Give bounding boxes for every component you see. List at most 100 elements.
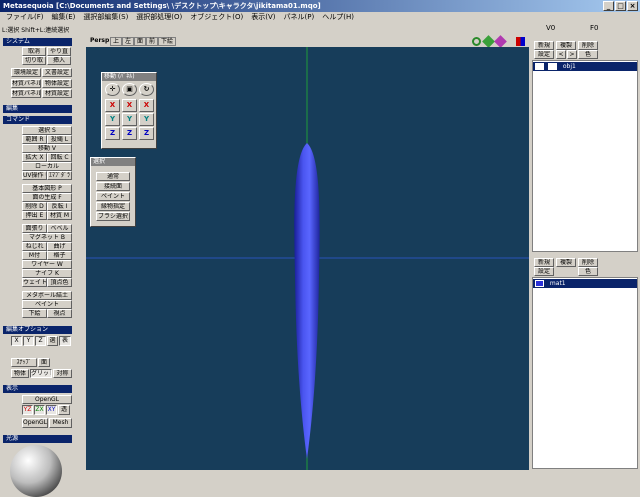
face-gen-tool-button[interactable]: 面の生成 F — [22, 193, 72, 202]
color-icon[interactable] — [516, 37, 525, 46]
knife-tool-button[interactable]: ナイフ K — [22, 269, 72, 278]
local-tool-button[interactable]: ローカル — [22, 162, 72, 171]
minimize-button[interactable]: _ — [603, 1, 614, 11]
y-axis-button-2[interactable]: Y — [122, 113, 137, 126]
scale-icon[interactable]: ▣ — [122, 83, 137, 96]
scale-tool-button[interactable]: 拡大 X — [22, 153, 47, 162]
object-settings-button-r[interactable]: 設定 — [534, 50, 554, 59]
transparent-toggle[interactable]: 透 — [58, 405, 70, 415]
object-prev-button[interactable]: < — [556, 50, 566, 59]
grid-toggle[interactable]: グリッド — [30, 369, 52, 378]
uv-tool-button[interactable]: UV操作 U — [22, 171, 47, 180]
lasso-tool-button[interactable]: 投縄 L — [47, 135, 72, 144]
weight-tool-button[interactable]: ウェイト — [22, 278, 47, 287]
flip-tool-button[interactable]: 反転 I — [47, 202, 72, 211]
opengl-toggle-2[interactable]: OpenGL — [22, 418, 48, 428]
xy-view-toggle[interactable]: XY — [46, 405, 57, 415]
close-button[interactable]: × — [627, 1, 638, 11]
metaball-tool-button[interactable]: メタボール結土 — [22, 291, 72, 300]
viewpoint-tool-button[interactable]: 視点 — [47, 309, 72, 318]
object-settings-button[interactable]: 物体設定 — [42, 79, 72, 88]
x-axis-button-1[interactable]: X — [105, 99, 120, 112]
primitive-tool-button[interactable]: 基本図形 P — [22, 184, 72, 193]
extrude-tool-button[interactable]: 押出 E — [22, 211, 47, 220]
list-item[interactable]: obj1 — [533, 62, 637, 71]
rotate-icon[interactable]: ↻ — [139, 83, 154, 96]
object-color-button[interactable]: 色 — [578, 50, 598, 59]
symmetry-toggle[interactable]: 対称 — [53, 369, 72, 378]
view-pan-icon[interactable] — [482, 35, 495, 48]
tab-underlay[interactable]: 下絵 — [158, 37, 177, 46]
m-tool-button[interactable]: M付 — [22, 251, 47, 260]
tab-face[interactable]: 面 — [134, 37, 147, 46]
material-settings-button[interactable]: 材質設定 — [42, 89, 72, 98]
opengl-toggle[interactable]: OpenGL — [22, 395, 72, 404]
tab-top[interactable]: 上 — [110, 37, 123, 46]
select-paint-button[interactable]: ペイント — [96, 192, 130, 201]
z-axis-button-1[interactable]: Z — [105, 127, 120, 140]
light-sphere[interactable] — [10, 445, 62, 497]
menu-selected-edit[interactable]: 選択部編集(S) — [79, 12, 132, 23]
material-panel-button[interactable]: 材質パネル — [11, 79, 41, 88]
material-delete-button[interactable]: 削除 — [578, 258, 598, 267]
eye-icon[interactable] — [535, 63, 544, 70]
show-toggle[interactable]: 表 — [59, 336, 71, 346]
doc-settings-button[interactable]: 文書設定 — [42, 68, 72, 77]
menu-selected-process[interactable]: 選択部処理(O) — [132, 12, 186, 23]
underlay-tool-button[interactable]: 下絵 — [22, 309, 47, 318]
move-icon[interactable]: ✛ — [105, 83, 120, 96]
mesh-toggle[interactable]: Mesh — [49, 418, 72, 428]
zx-view-toggle[interactable]: ZX — [34, 405, 45, 415]
redo-button[interactable]: やり直 — [47, 47, 71, 56]
tab-left[interactable]: 左 — [122, 37, 135, 46]
select-connected-button[interactable]: 接続面 — [96, 182, 130, 191]
yz-view-toggle[interactable]: YZ — [22, 405, 33, 415]
bevel-tool-button[interactable]: ベベル — [47, 224, 72, 233]
rotate-tool-button[interactable]: 回転 C — [47, 153, 72, 162]
material-list[interactable]: mat1 — [532, 277, 638, 469]
list-item[interactable]: mat1 — [533, 279, 637, 288]
menu-view[interactable]: 表示(V) — [247, 12, 279, 23]
tab-persp[interactable]: Persp — [88, 37, 112, 46]
range-tool-button[interactable]: 範囲 R — [22, 135, 47, 144]
magnet-tool-button[interactable]: マグネット B — [22, 233, 72, 242]
object-new-button[interactable]: 新規 — [534, 41, 554, 50]
undo-button[interactable]: 取消 — [22, 47, 46, 56]
paint-tool-button[interactable]: ペイント — [22, 300, 72, 309]
view-zoom-icon[interactable] — [494, 35, 507, 48]
menu-edit[interactable]: 編集(E) — [48, 12, 80, 23]
object-duplicate-button[interactable]: 複製 — [556, 41, 576, 50]
object-delete-button[interactable]: 削除 — [578, 41, 598, 50]
mesh-object[interactable] — [294, 143, 320, 459]
menu-panel[interactable]: パネル(P) — [280, 12, 319, 23]
move-tool-button[interactable]: 移動 V — [22, 144, 72, 153]
material-tool-button[interactable]: 材質 M — [47, 211, 72, 220]
bend-tool-button[interactable]: 曲げ — [47, 242, 72, 251]
cut-button[interactable]: 切り取 — [22, 56, 46, 65]
lock-icon[interactable] — [547, 63, 557, 70]
menu-object[interactable]: オブジェクト(O) — [186, 12, 247, 23]
lattice-tool-button[interactable]: 格子 — [47, 251, 72, 260]
axis-y-toggle[interactable]: Y — [23, 336, 34, 346]
material-panel-button-2[interactable]: 材質パネル — [11, 89, 41, 98]
maximize-button[interactable]: □ — [615, 1, 626, 11]
y-axis-button-1[interactable]: Y — [105, 113, 120, 126]
menu-file[interactable]: ファイル(F) — [2, 12, 48, 23]
select-toggle[interactable]: 選 — [47, 336, 58, 346]
delete-tool-button[interactable]: 削除 D — [22, 202, 47, 211]
select-normal-button[interactable]: 通常 — [96, 172, 130, 181]
z-axis-button-3[interactable]: Z — [139, 127, 154, 140]
x-axis-button-3[interactable]: X — [139, 99, 154, 112]
view-rotate-icon[interactable] — [472, 37, 481, 46]
material-color-button[interactable]: 色 — [578, 267, 598, 276]
y-axis-button-3[interactable]: Y — [139, 113, 154, 126]
insert-button[interactable]: 挿入 — [47, 56, 71, 65]
snap-toggle[interactable]: ｽﾅｯﾌﾟ — [11, 358, 37, 367]
emap-tool-button[interactable]: ｴﾏﾌﾟﾀﾞﾗ — [47, 171, 72, 180]
axis-z-toggle[interactable]: Z — [35, 336, 46, 346]
select-brush-button[interactable]: ブラシ選択 — [96, 212, 130, 221]
tab-front[interactable]: 前 — [146, 37, 159, 46]
object-toggle[interactable]: 物体 — [11, 369, 29, 378]
wire-tool-button[interactable]: ワイヤー W — [22, 260, 72, 269]
select-edge-button[interactable]: 縁物指定 — [96, 202, 130, 211]
